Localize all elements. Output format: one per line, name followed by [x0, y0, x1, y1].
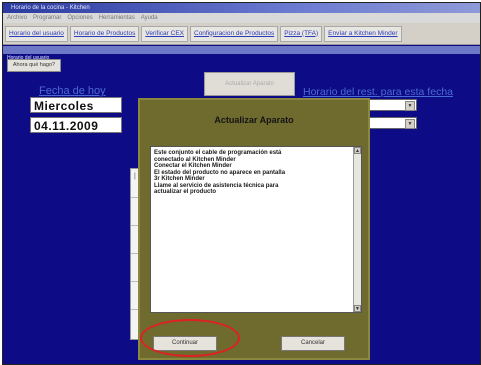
- date-label: Fecha de hoy: [39, 85, 106, 97]
- tab-verificar[interactable]: Verificar CEX: [141, 25, 188, 42]
- grid-column-marker: |: [134, 173, 136, 180]
- scroll-down-icon[interactable]: ▼: [354, 305, 361, 312]
- update-device-dialog: Actualizar Aparato Este conjunto el cabl…: [138, 98, 370, 360]
- tab-pizza[interactable]: Pizza (TFA): [280, 25, 323, 42]
- chevron-down-icon[interactable]: ▼: [405, 101, 415, 111]
- scroll-up-icon[interactable]: ▲: [354, 147, 361, 154]
- continue-button[interactable]: Continuar: [153, 336, 217, 351]
- app-window: Horario de la cocina - Kitchen Archivo P…: [2, 2, 481, 365]
- update-device-button-disabled: Actualizar Aparato: [204, 72, 295, 96]
- schedule-select-1[interactable]: ▼: [367, 99, 417, 111]
- day-field[interactable]: Miercoles: [30, 97, 122, 113]
- tab-bar: Horario del usuario Horario de Productos…: [3, 23, 480, 45]
- menu-bar: Archivo Programar Opciones Herramientas …: [3, 13, 480, 23]
- tab-enviar-kitchen-minder[interactable]: Envíar a Kitchen Minder: [324, 25, 402, 42]
- cancel-button[interactable]: Cancelar: [281, 336, 345, 351]
- schedule-select-2[interactable]: ▼: [367, 117, 417, 129]
- menu-item-herramientas[interactable]: Herramientas: [99, 13, 135, 23]
- window-title: Horario de la cocina - Kitchen: [11, 5, 90, 11]
- menu-item-programar[interactable]: Programar: [33, 13, 61, 23]
- menu-item-opciones[interactable]: Opciones: [67, 13, 92, 23]
- tab-configuracion-productos[interactable]: Configuracion de Productos: [190, 25, 279, 42]
- sub-header-bar: Horario del usuario: [3, 46, 480, 61]
- message-line: actualizar el producto: [154, 189, 217, 195]
- message-text: Este conjunto el cable de programación e…: [154, 150, 350, 196]
- tab-horario-usuario[interactable]: Horario del usuario: [5, 25, 68, 42]
- tab-horario-productos[interactable]: Horario de Productos: [69, 25, 140, 42]
- help-button[interactable]: Ahora qué hago?: [7, 59, 61, 72]
- message-scrollbar[interactable]: ▲ ▼: [353, 147, 361, 312]
- window-title-bar: Horario de la cocina - Kitchen: [3, 3, 480, 13]
- menu-item-archivo[interactable]: Archivo: [7, 13, 27, 23]
- schedule-label: Horario del rest. para esta fecha: [303, 86, 453, 98]
- message-box: Este conjunto el cable de programación e…: [150, 146, 362, 313]
- menu-item-ayuda[interactable]: Ayuda: [141, 13, 158, 23]
- date-field[interactable]: 04.11.2009: [30, 117, 122, 133]
- dialog-title: Actualizar Aparato: [214, 115, 294, 125]
- chevron-down-icon[interactable]: ▼: [405, 119, 415, 129]
